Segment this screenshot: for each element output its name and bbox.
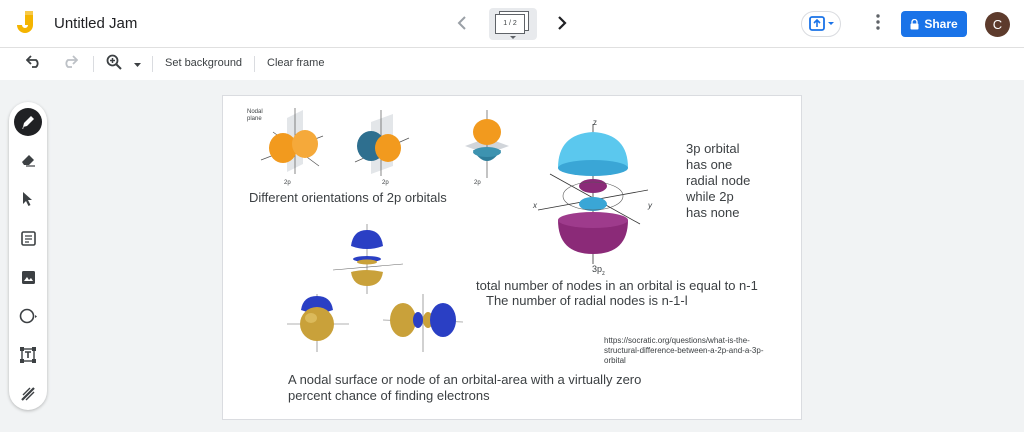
text-box-icon	[20, 347, 36, 363]
lock-icon	[910, 18, 919, 29]
edit-toolbar: Set background Clear frame	[0, 48, 1024, 80]
top-bar: Untitled Jam 1 / 2 Share C	[0, 0, 1024, 48]
2p-orbitals-illustration	[260, 108, 509, 178]
note-line: has one	[686, 157, 733, 172]
3p-label-sub: z	[602, 270, 606, 277]
nodal-definition-line: A nodal surface or node of an orbital-ar…	[288, 372, 642, 387]
toolbar-divider	[152, 56, 153, 72]
previous-frame-button[interactable]	[452, 12, 472, 36]
caret-down-icon	[133, 63, 141, 67]
tool-sidebar	[9, 102, 47, 410]
chevron-left-icon	[457, 16, 466, 30]
2pz-label: 2p	[474, 180, 481, 186]
text-box-tool[interactable]	[14, 341, 42, 369]
cast-present-icon	[809, 16, 834, 31]
nodal-definition: A nodal surface or node of an orbital-ar…	[288, 372, 641, 404]
sticky-note-icon	[20, 230, 36, 246]
pen-icon	[22, 116, 34, 129]
nodes-line-1: total number of nodes in an orbital is e…	[476, 278, 758, 293]
more-options-button[interactable]	[870, 12, 886, 36]
note-line: while 2p	[686, 189, 734, 204]
nodal-definition-line: percent chance of finding electrons	[288, 388, 490, 403]
jamboard-logo-icon[interactable]	[17, 11, 37, 37]
3p-label-text: 3p	[592, 264, 603, 274]
pen-tool[interactable]	[14, 108, 42, 136]
redo-icon	[65, 55, 79, 68]
jam-canvas[interactable]: Nodal plane 2p 2p 2p Different orientati…	[222, 95, 802, 420]
note-line: radial node	[686, 173, 751, 188]
undo-button[interactable]	[24, 54, 44, 74]
share-label: Share	[924, 17, 958, 31]
image-tool[interactable]	[14, 263, 42, 291]
orientations-caption: Different orientations of 2p orbitals	[249, 190, 447, 205]
3p-y-axis-label: y	[648, 201, 652, 210]
zoom-dropdown[interactable]	[132, 54, 142, 74]
3pz-label: 3pz	[592, 264, 605, 277]
2px-label: 2p	[284, 180, 291, 186]
sticky-note-tool[interactable]	[14, 224, 42, 252]
3p-z-axis-label: z	[593, 118, 597, 127]
3p-orbital-note: 3p orbital has one radial node while 2p …	[686, 141, 750, 221]
frame-indicator: 1 / 2	[495, 14, 525, 34]
more-vert-icon	[876, 14, 880, 30]
chevron-right-icon	[558, 16, 567, 30]
avatar[interactable]: C	[985, 12, 1010, 37]
source-url-line: orbital	[604, 356, 626, 365]
source-url-line: https://socratic.org/questions/what-is-t…	[604, 336, 750, 345]
3p-x-axis-label: x	[533, 201, 537, 210]
image-icon	[21, 270, 35, 284]
share-button[interactable]: Share	[901, 11, 967, 37]
eraser-tool[interactable]	[14, 146, 42, 174]
2px-orbital-diagram	[260, 108, 324, 174]
undo-icon	[25, 55, 39, 68]
zoom-button[interactable]	[104, 54, 124, 74]
toolbar-divider	[93, 56, 94, 72]
2py-orbital-diagram	[354, 110, 410, 176]
circle-shape-icon	[19, 308, 37, 324]
3pz-orbital-illustration	[537, 124, 649, 264]
set-background-button[interactable]: Set background	[165, 57, 242, 69]
nodal-plane-label: Nodal plane	[247, 109, 263, 122]
shape-tool[interactable]	[14, 302, 42, 330]
source-url: https://socratic.org/questions/what-is-t…	[604, 336, 764, 366]
note-line: has none	[686, 205, 740, 220]
2py-label: 2p	[382, 180, 389, 186]
eraser-icon	[22, 155, 35, 167]
2pz-orbital-diagram	[465, 110, 509, 178]
nodes-line-2: The number of radial nodes is n-1-l	[486, 293, 688, 308]
zoom-in-icon	[106, 54, 122, 70]
toolbar-divider	[254, 56, 255, 72]
source-url-line: structural-difference-between-a-2p-and-a…	[604, 346, 764, 355]
laser-tool[interactable]	[14, 380, 42, 408]
nodal-surface-illustration	[287, 224, 464, 352]
present-button[interactable]	[801, 11, 841, 37]
clear-frame-button[interactable]: Clear frame	[267, 57, 324, 69]
document-title[interactable]: Untitled Jam	[54, 15, 137, 32]
note-line: 3p orbital	[686, 141, 740, 156]
cursor-arrow-icon	[23, 192, 32, 206]
redo-button[interactable]	[60, 54, 80, 74]
next-frame-button[interactable]	[552, 12, 572, 36]
expand-frames-icon	[510, 36, 516, 39]
laser-pointer-icon	[21, 387, 35, 401]
frame-bar-toggle[interactable]: 1 / 2	[489, 8, 537, 40]
select-tool[interactable]	[14, 185, 42, 213]
